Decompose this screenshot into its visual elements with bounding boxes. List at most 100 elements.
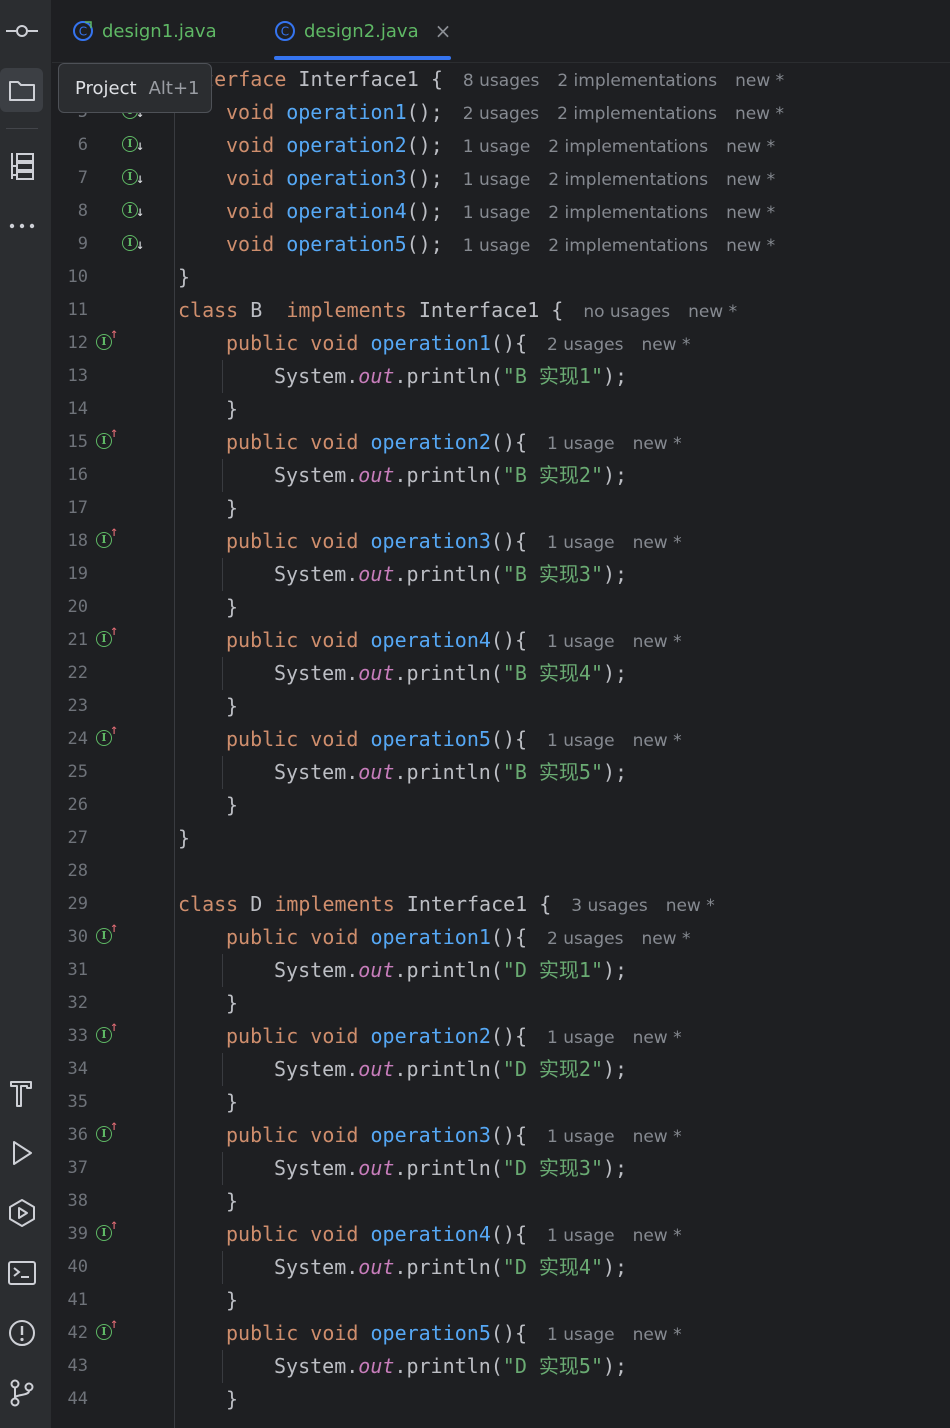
build-button[interactable] bbox=[0, 1071, 44, 1115]
code-line[interactable]: 16 System.out.println("B 实现2"); bbox=[52, 459, 950, 492]
inlay-hint[interactable]: new * bbox=[641, 929, 690, 949]
terminal-button[interactable] bbox=[0, 1251, 44, 1295]
code-editor[interactable]: interface Interface1 {8 usages 2 implemen… bbox=[52, 63, 950, 1428]
project-button[interactable] bbox=[0, 68, 43, 112]
inlay-hint[interactable]: 1 usage bbox=[463, 203, 531, 223]
inlay-hint[interactable]: 2 usages bbox=[547, 929, 623, 949]
inlay-hint[interactable]: new * bbox=[633, 1325, 682, 1345]
code-line[interactable]: 19 System.out.println("B 实现3"); bbox=[52, 558, 950, 591]
implements-method-icon[interactable]: I ↑ bbox=[96, 1118, 118, 1144]
code-line[interactable]: 30 I ↑ public void operation1(){2 usages new… bbox=[52, 920, 950, 954]
inlay-hint[interactable]: new * bbox=[633, 1028, 682, 1048]
code-line[interactable]: 36 I ↑ public void operation3(){1 usage new … bbox=[52, 1118, 950, 1152]
implemented-icon[interactable]: I↓ bbox=[122, 133, 144, 154]
inlay-hint[interactable]: 2 implementations bbox=[548, 137, 708, 157]
inlay-hint[interactable]: new * bbox=[688, 302, 737, 322]
inlay-hint[interactable]: 2 implementations bbox=[557, 71, 717, 91]
code-line[interactable]: 7 I ↓ void operation3(); 1 usage 2 implementa… bbox=[52, 162, 950, 195]
implements-method-icon[interactable]: I ↑ bbox=[96, 722, 118, 748]
implements-method-icon[interactable]: I ↑ bbox=[96, 326, 118, 352]
code-line[interactable]: 24 I ↑ public void operation5(){1 usage new … bbox=[52, 722, 950, 756]
inlay-hint[interactable]: 1 usage bbox=[547, 1325, 615, 1345]
inlay-hint[interactable]: 1 usage bbox=[463, 170, 531, 190]
inlay-hint[interactable]: new * bbox=[726, 170, 775, 190]
inlay-hint[interactable]: new * bbox=[633, 533, 682, 553]
code-line[interactable]: 22 System.out.println("B 实现4"); bbox=[52, 657, 950, 690]
inlay-hint[interactable]: new * bbox=[633, 1226, 682, 1246]
structure-button[interactable] bbox=[0, 144, 44, 188]
inlay-hint[interactable]: 2 implementations bbox=[557, 104, 717, 124]
inlay-hint[interactable]: 1 usage bbox=[547, 1028, 615, 1048]
git-button[interactable] bbox=[0, 1371, 44, 1415]
code-line[interactable]: 18 I ↑ public void operation3(){1 usage new … bbox=[52, 524, 950, 558]
inlay-hint[interactable]: 1 usage bbox=[547, 632, 615, 652]
implemented-icon[interactable]: I↓ bbox=[122, 232, 144, 253]
inlay-hint[interactable]: 2 implementations bbox=[548, 203, 708, 223]
inlay-hint[interactable]: 1 usage bbox=[547, 1226, 615, 1246]
services-button[interactable] bbox=[0, 1191, 44, 1235]
code-line[interactable]: 17} bbox=[52, 492, 950, 525]
code-line[interactable]: 13 System.out.println("B 实现1"); bbox=[52, 360, 950, 393]
code-line[interactable]: 10} bbox=[52, 261, 950, 294]
inlay-hint[interactable]: new * bbox=[633, 434, 682, 454]
inlay-hint[interactable]: new * bbox=[726, 236, 775, 256]
code-line[interactable]: 35} bbox=[52, 1086, 950, 1119]
inlay-hint[interactable]: new * bbox=[633, 632, 682, 652]
inlay-hint[interactable]: 1 usage bbox=[463, 236, 531, 256]
inlay-hint[interactable]: 2 usages bbox=[547, 335, 623, 355]
code-line[interactable]: 12 I ↑ public void operation1(){2 usages new… bbox=[52, 326, 950, 360]
inlay-hint[interactable]: no usages bbox=[583, 302, 670, 322]
inlay-hint[interactable]: new * bbox=[735, 104, 784, 124]
inlay-hint[interactable]: new * bbox=[726, 137, 775, 157]
code-line[interactable]: 37 System.out.println("D 实现3"); bbox=[52, 1152, 950, 1185]
code-line[interactable]: 41} bbox=[52, 1284, 950, 1317]
code-line[interactable]: 27} bbox=[52, 822, 950, 855]
inlay-hint[interactable]: 2 usages bbox=[463, 104, 539, 124]
inlay-hint[interactable]: 1 usage bbox=[547, 1127, 615, 1147]
code-line[interactable]: 26} bbox=[52, 789, 950, 822]
inlay-hint[interactable]: 1 usage bbox=[463, 137, 531, 157]
inlay-hint[interactable]: new * bbox=[641, 335, 690, 355]
commit-button[interactable] bbox=[0, 9, 44, 53]
code-line[interactable]: 43 System.out.println("D 实现5"); bbox=[52, 1350, 950, 1383]
code-line[interactable]: 38} bbox=[52, 1185, 950, 1218]
implemented-icon[interactable]: I↓ bbox=[122, 199, 144, 220]
implements-method-icon[interactable]: I ↑ bbox=[96, 1217, 118, 1243]
tab-design2[interactable]: C design2.java × bbox=[274, 0, 452, 62]
code-line[interactable]: 25 System.out.println("B 实现5"); bbox=[52, 756, 950, 789]
problems-button[interactable] bbox=[0, 1311, 44, 1355]
code-line[interactable]: 34 System.out.println("D 实现2"); bbox=[52, 1053, 950, 1086]
code-line[interactable]: 14} bbox=[52, 393, 950, 426]
run-button[interactable] bbox=[0, 1131, 44, 1175]
code-line[interactable]: 31 System.out.println("D 实现1"); bbox=[52, 954, 950, 987]
inlay-hint[interactable]: new * bbox=[726, 203, 775, 223]
implements-method-icon[interactable]: I ↑ bbox=[96, 920, 118, 946]
code-line[interactable]: 15 I ↑ public void operation2(){1 usage new … bbox=[52, 425, 950, 459]
code-line[interactable]: 40 System.out.println("D 实现4"); bbox=[52, 1251, 950, 1284]
implements-method-icon[interactable]: I ↑ bbox=[96, 1019, 118, 1045]
inlay-hint[interactable]: 8 usages bbox=[463, 71, 539, 91]
implements-method-icon[interactable]: I ↑ bbox=[96, 524, 118, 550]
inlay-hint[interactable]: 1 usage bbox=[547, 731, 615, 751]
implements-method-icon[interactable]: I ↑ bbox=[96, 1316, 118, 1342]
code-line[interactable]: 39 I ↑ public void operation4(){1 usage new … bbox=[52, 1217, 950, 1251]
inlay-hint[interactable]: new * bbox=[666, 896, 715, 916]
code-line[interactable]: 44} bbox=[52, 1383, 950, 1416]
inlay-hint[interactable]: new * bbox=[633, 1127, 682, 1147]
code-line[interactable]: 8 I ↓ void operation4(); 1 usage 2 implementa… bbox=[52, 195, 950, 228]
implements-method-icon[interactable]: I ↑ bbox=[96, 623, 118, 649]
code-line[interactable]: 23} bbox=[52, 690, 950, 723]
inlay-hint[interactable]: 1 usage bbox=[547, 533, 615, 553]
code-line[interactable]: 42 I ↑ public void operation5(){1 usage new … bbox=[52, 1316, 950, 1350]
code-line[interactable]: 9 I ↓ void operation5(); 1 usage 2 implementa… bbox=[52, 228, 950, 261]
tab-design1[interactable]: C design1.java bbox=[72, 0, 217, 62]
implemented-icon[interactable]: I↓ bbox=[122, 166, 144, 187]
inlay-hint[interactable]: new * bbox=[633, 731, 682, 751]
inlay-hint[interactable]: 2 implementations bbox=[548, 170, 708, 190]
code-line[interactable]: 20} bbox=[52, 591, 950, 624]
code-line[interactable]: 21 I ↑ public void operation4(){1 usage new … bbox=[52, 623, 950, 657]
inlay-hint[interactable]: new * bbox=[735, 71, 784, 91]
code-line[interactable]: 6 I ↓ void operation2(); 1 usage 2 implementa… bbox=[52, 129, 950, 162]
inlay-hint[interactable]: 2 implementations bbox=[548, 236, 708, 256]
inlay-hint[interactable]: 1 usage bbox=[547, 434, 615, 454]
